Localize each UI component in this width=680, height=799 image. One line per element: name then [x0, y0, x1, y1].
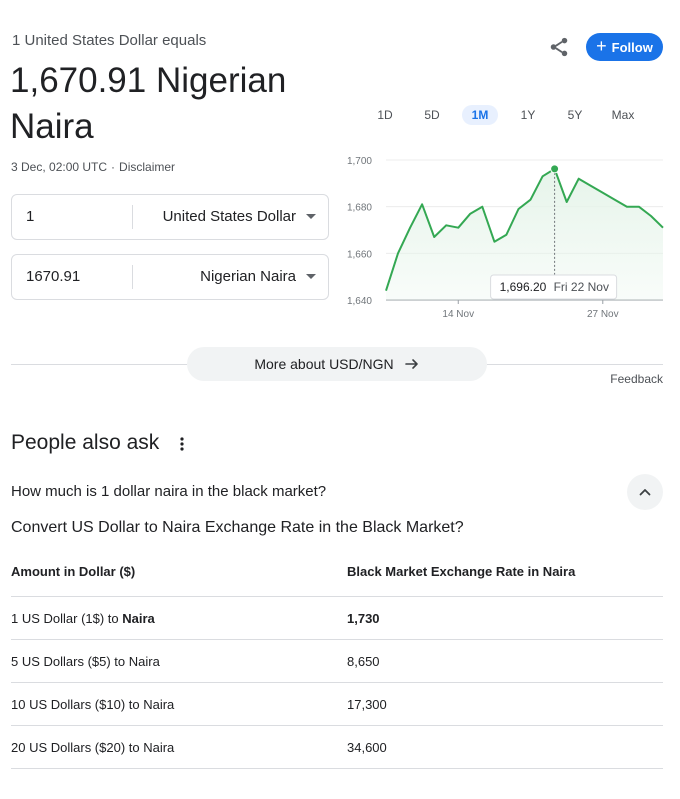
follow-button[interactable]: + Follow [586, 33, 663, 61]
currency-equals-label: 1 United States Dollar equals [12, 32, 207, 49]
data-point-marker [550, 164, 560, 174]
chevron-up-icon [639, 489, 651, 496]
tooltip-date: Fri 22 Nov [554, 280, 609, 294]
table-row-rate: 1,730 [347, 611, 380, 626]
range-tab-5d[interactable]: 5D [417, 105, 447, 125]
table-divider [11, 725, 663, 726]
more-about-label: More about USD/NGN [254, 356, 394, 372]
table-row-rate: 8,650 [347, 654, 380, 669]
table-divider [11, 768, 663, 769]
table-divider [11, 639, 663, 640]
y-tick-label: 1,660 [347, 249, 372, 260]
table-row-rate: 17,300 [347, 697, 387, 712]
more-about-button[interactable]: More about USD/NGN [187, 347, 487, 381]
from-currency-select[interactable]: United States Dollar [163, 195, 296, 239]
separator: · [111, 160, 116, 174]
divider [132, 265, 133, 289]
x-tick-label: 14 Nov [442, 309, 474, 320]
rate-timestamp-line: 3 Dec, 02:00 UTC · Disclaimer [11, 160, 175, 174]
range-tab-max[interactable]: Max [606, 105, 640, 125]
amount-text: 1 US Dollar (1$) to [11, 611, 123, 626]
feedback-link[interactable]: Feedback [610, 372, 663, 386]
y-tick-label: 1,640 [347, 296, 372, 307]
exchange-rate-chart[interactable]: 1,700 1,680 1,660 1,640 14 Nov 27 Nov 1,696.20… [340, 148, 665, 328]
tooltip-value: 1,696.20 [500, 280, 547, 294]
range-tab-1d[interactable]: 1D [370, 105, 400, 125]
y-tick-label: 1,700 [347, 156, 372, 167]
plus-icon: + [596, 36, 607, 56]
disclaimer-link[interactable]: Disclaimer [119, 160, 175, 174]
collapse-question-button[interactable] [627, 474, 663, 510]
table-header-rate: Black Market Exchange Rate in Naira [347, 564, 576, 579]
range-tab-1m[interactable]: 1M [462, 105, 498, 125]
range-tab-5y[interactable]: 5Y [560, 105, 590, 125]
share-button[interactable] [546, 34, 572, 60]
x-tick-label: 27 Nov [587, 309, 619, 320]
answer-heading: Convert US Dollar to Naira Exchange Rate… [11, 519, 464, 536]
follow-label: Follow [611, 39, 653, 55]
table-row-amount: 5 US Dollars ($5) to Naira [11, 654, 160, 669]
table-divider [11, 596, 663, 597]
range-tab-1y[interactable]: 1Y [513, 105, 543, 125]
table-row-amount: 10 US Dollars ($10) to Naira [11, 697, 175, 712]
divider-line [11, 364, 187, 365]
to-currency-select[interactable]: Nigerian Naira [200, 255, 296, 299]
converter-from-row: 1 United States Dollar [11, 194, 329, 240]
amount-bold-text: Naira [122, 611, 155, 626]
y-tick-label: 1,680 [347, 203, 372, 214]
chevron-down-icon[interactable] [306, 214, 316, 219]
chevron-down-icon[interactable] [306, 274, 316, 279]
exchange-rate-value: 1,670.91 Nigerian Naira [10, 61, 287, 146]
table-header-amount: Amount in Dollar ($) [11, 564, 136, 579]
people-also-ask-title: People also ask [11, 431, 160, 454]
arrow-right-icon [404, 359, 418, 369]
question-item[interactable]: How much is 1 dollar naira in the black … [11, 483, 326, 500]
table-row-rate: 34,600 [347, 740, 387, 755]
to-amount-input[interactable]: 1670.91 [26, 255, 80, 299]
divider [132, 205, 133, 229]
timestamp: 3 Dec, 02:00 UTC [11, 160, 108, 174]
more-vert-icon [180, 437, 184, 451]
table-row-amount: 20 US Dollars ($20) to Naira [11, 740, 175, 755]
table-row-amount: 1 US Dollar (1$) to Naira [11, 611, 155, 626]
converter-to-row: 1670.91 Nigerian Naira [11, 254, 329, 300]
from-amount-input[interactable]: 1 [26, 195, 34, 239]
share-icon [550, 37, 568, 57]
rate-value: 1,730 [347, 611, 380, 626]
more-options-button[interactable] [174, 434, 190, 454]
divider-line [487, 364, 663, 365]
table-divider [11, 682, 663, 683]
